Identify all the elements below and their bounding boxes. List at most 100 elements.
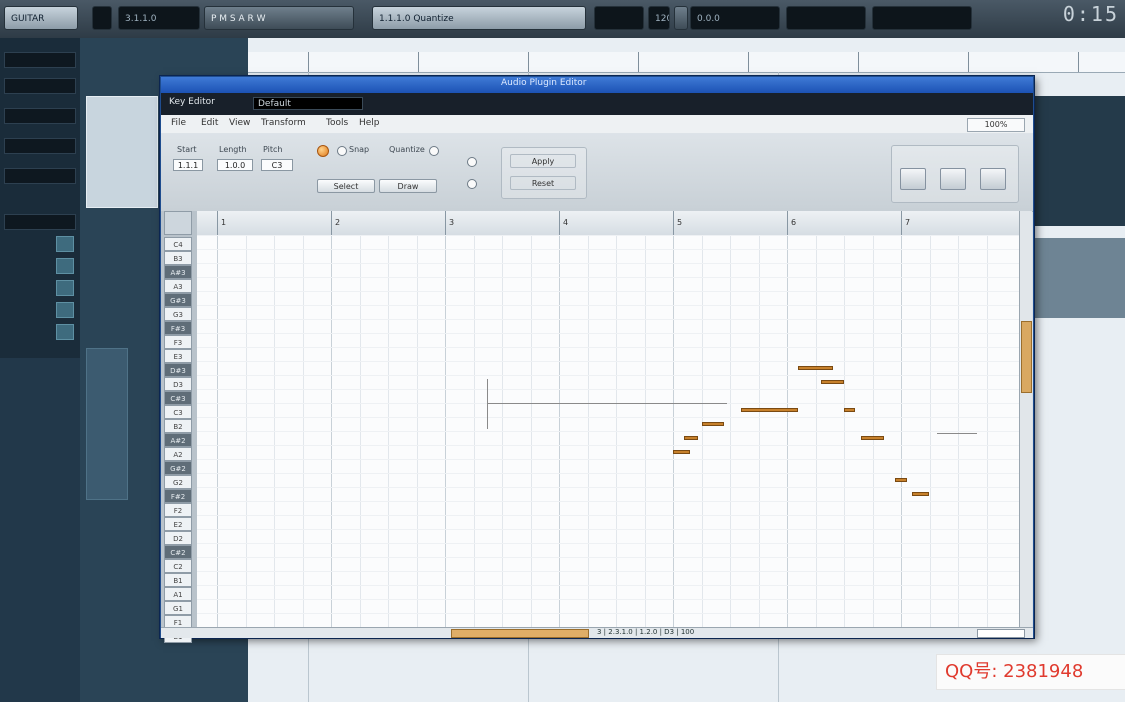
- toolbar-segment[interactable]: [92, 6, 112, 30]
- piano-key[interactable]: F#3: [164, 321, 192, 335]
- inspector-toggle[interactable]: [56, 324, 74, 340]
- toolbar-segment[interactable]: 3.1.1.0: [118, 6, 200, 30]
- inspector-field[interactable]: [4, 214, 76, 230]
- plugin-name: Key Editor: [169, 97, 215, 107]
- arrange-part[interactable]: [1028, 238, 1125, 318]
- piano-key[interactable]: D3: [164, 377, 192, 391]
- midi-note[interactable]: [821, 380, 844, 384]
- toolbar-segment[interactable]: 120: [648, 6, 670, 30]
- menu-item[interactable]: Edit: [201, 118, 218, 128]
- track-row-selected[interactable]: [86, 96, 158, 208]
- piano-key[interactable]: C#2: [164, 545, 192, 559]
- draw-mode-button[interactable]: Draw: [379, 179, 437, 193]
- inspector-toggle[interactable]: [56, 236, 74, 252]
- midi-note[interactable]: [684, 436, 699, 440]
- piano-key[interactable]: A#2: [164, 433, 192, 447]
- piano-key[interactable]: F2: [164, 503, 192, 517]
- piano-key[interactable]: G3: [164, 307, 192, 321]
- pitch-field[interactable]: C3: [261, 159, 293, 171]
- radio-button[interactable]: [429, 146, 439, 156]
- midi-note[interactable]: [673, 450, 691, 454]
- horizontal-scroll-thumb[interactable]: [451, 629, 589, 638]
- inspector-field[interactable]: [4, 168, 76, 184]
- bar-ruler[interactable]: 1 2 3 4 5 6 7: [197, 211, 1019, 236]
- midi-note[interactable]: [844, 408, 856, 412]
- piano-key[interactable]: A2: [164, 447, 192, 461]
- inspector-field[interactable]: [4, 108, 76, 124]
- menu-item[interactable]: Help: [359, 118, 380, 128]
- piano-key[interactable]: D2: [164, 531, 192, 545]
- preset-selector[interactable]: Default: [253, 97, 363, 110]
- inspector-field[interactable]: [4, 52, 76, 68]
- toolbar-segment[interactable]: [674, 6, 688, 30]
- menu-item[interactable]: Tools: [326, 118, 348, 128]
- piano-key[interactable]: G1: [164, 601, 192, 615]
- vertical-scrollbar[interactable]: [1019, 211, 1032, 627]
- inspector-field[interactable]: [4, 78, 76, 94]
- select-mode-button[interactable]: Select: [317, 179, 375, 193]
- rewind-icon[interactable]: [900, 168, 926, 190]
- toolbar-segment[interactable]: 0.0.0: [690, 6, 780, 30]
- toolbar-segment[interactable]: [872, 6, 972, 30]
- vertical-scroll-thumb[interactable]: [1021, 321, 1032, 393]
- midi-note[interactable]: [701, 422, 725, 426]
- radio-button[interactable]: [337, 146, 347, 156]
- midi-note[interactable]: [741, 408, 799, 412]
- piano-key[interactable]: E3: [164, 349, 192, 363]
- piano-key[interactable]: C3: [164, 405, 192, 419]
- arrange-ruler[interactable]: [248, 52, 1125, 73]
- menu-item[interactable]: File: [171, 118, 186, 128]
- toolbar-segment[interactable]: GUITAR: [4, 6, 78, 30]
- piano-key[interactable]: G#2: [164, 461, 192, 475]
- piano-key[interactable]: B1: [164, 573, 192, 587]
- menu-item[interactable]: Transform: [261, 118, 306, 128]
- piano-key[interactable]: A3: [164, 279, 192, 293]
- play-icon[interactable]: [940, 168, 966, 190]
- forward-icon[interactable]: [980, 168, 1006, 190]
- piano-key[interactable]: G2: [164, 475, 192, 489]
- arrange-part[interactable]: [1028, 96, 1125, 226]
- piano-key[interactable]: F#2: [164, 489, 192, 503]
- piano-key[interactable]: C4: [164, 237, 192, 251]
- radio-button[interactable]: [467, 179, 477, 189]
- midi-note[interactable]: [912, 492, 930, 496]
- inspector-toggle[interactable]: [56, 258, 74, 274]
- apply-button[interactable]: Apply: [510, 154, 576, 168]
- piano-key[interactable]: A1: [164, 587, 192, 601]
- zoom-field[interactable]: 100%: [967, 118, 1025, 132]
- piano-key[interactable]: C#3: [164, 391, 192, 405]
- piano-key[interactable]: G#3: [164, 293, 192, 307]
- piano-key[interactable]: A#3: [164, 265, 192, 279]
- piano-key[interactable]: B2: [164, 419, 192, 433]
- toolbar-segment[interactable]: 1.1.1.0 Quantize: [372, 6, 586, 30]
- menu-item[interactable]: View: [229, 118, 250, 128]
- start-field[interactable]: 1.1.1: [173, 159, 203, 171]
- piano-key[interactable]: B3: [164, 251, 192, 265]
- reset-button[interactable]: Reset: [510, 176, 576, 190]
- record-led-icon[interactable]: [317, 145, 329, 157]
- window-titlebar[interactable]: Audio Plugin Editor: [161, 77, 1033, 93]
- inspector-field[interactable]: [4, 138, 76, 154]
- piano-key[interactable]: D#3: [164, 363, 192, 377]
- track-row[interactable]: [86, 348, 128, 500]
- toolbar-segment[interactable]: [786, 6, 866, 30]
- transport-group: [891, 145, 1019, 203]
- toolbar-segment[interactable]: P M S A R W: [204, 6, 354, 30]
- midi-note[interactable]: [861, 436, 884, 440]
- midi-note[interactable]: [895, 478, 907, 482]
- window-title: Audio Plugin Editor: [501, 78, 587, 88]
- radio-button[interactable]: [467, 157, 477, 167]
- piano-key[interactable]: E2: [164, 517, 192, 531]
- inspector-toggle[interactable]: [56, 280, 74, 296]
- midi-note[interactable]: [798, 366, 833, 370]
- zoom-slider[interactable]: [977, 629, 1025, 638]
- piano-key[interactable]: C2: [164, 559, 192, 573]
- daw-toolbar: GUITAR 3.1.1.0 P M S A R W 1.1.1.0 Quantize…: [0, 0, 1125, 39]
- note-grid[interactable]: 1 2 3 4 5 6 7: [197, 211, 1019, 627]
- toolbar-segment[interactable]: [594, 6, 644, 30]
- length-field[interactable]: 1.0.0: [217, 159, 253, 171]
- grid-row: [197, 263, 1019, 264]
- inspector-toggle[interactable]: [56, 302, 74, 318]
- piano-key[interactable]: F3: [164, 335, 192, 349]
- horizontal-scrollbar[interactable]: 3 | 2.3.1.0 | 1.2.0 | D3 | 100: [161, 627, 1033, 638]
